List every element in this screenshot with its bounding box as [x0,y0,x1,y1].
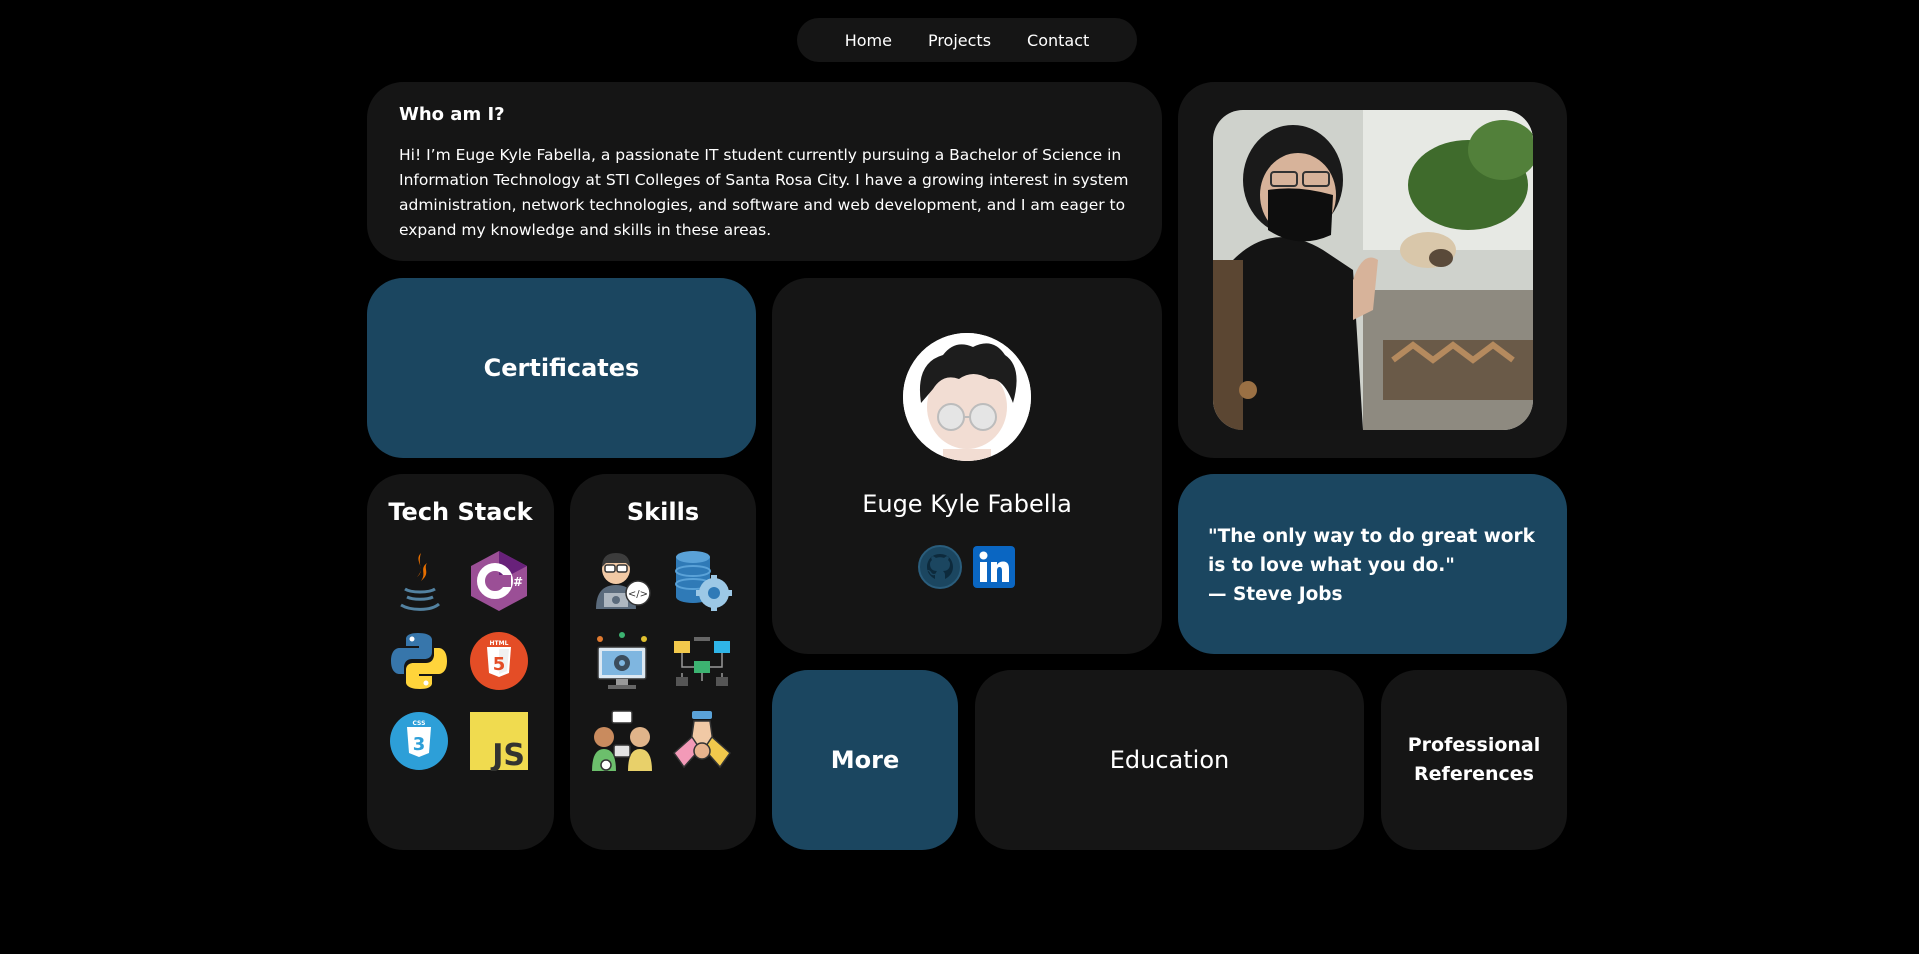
top-nav: Home Projects Contact [797,18,1137,62]
nav-projects-link[interactable]: Projects [928,31,991,50]
svg-text:3: 3 [413,734,426,755]
nav-contact-link[interactable]: Contact [1027,31,1089,50]
more-label: More [830,746,900,774]
nav-home-link[interactable]: Home [845,31,892,50]
github-icon[interactable] [917,544,963,594]
professional-references-tile[interactable]: Professional References [1381,670,1567,850]
communication-icon [590,709,654,773]
javascript-icon: JS [467,709,531,773]
svg-text:</>: </> [628,589,648,600]
personal-photo [1213,110,1533,430]
tech-stack-title: Tech Stack [388,498,533,526]
svg-text:HTML: HTML [490,640,509,647]
svg-text:#: # [513,575,523,589]
education-label: Education [1109,746,1230,774]
developer-icon: </> [590,549,654,613]
avatar [903,333,1031,461]
svg-text:JS: JS [490,738,525,771]
certificates-label: Certificates [483,354,640,382]
system-admin-icon [590,629,654,693]
quote-author: — Steve Jobs [1208,584,1343,605]
css3-icon: CSS 3 [387,709,451,773]
skills-card: Skills </> [570,474,756,850]
skills-icons: </> [590,549,738,773]
profile-name: Euge Kyle Fabella [862,490,1072,518]
teamwork-icon [670,709,734,773]
linkedin-icon[interactable] [971,544,1017,594]
references-label: Professional References [1407,734,1541,785]
quote-card: "The only way to do great work is to lov… [1178,474,1567,654]
java-icon [387,549,451,613]
about-card: Who am I? Hi! I’m Euge Kyle Fabella, a p… [367,82,1162,261]
tech-stack-card: Tech Stack # HTML 5 CSS 3 JS [367,474,554,850]
database-settings-icon [670,549,734,613]
more-tile[interactable]: More [772,670,958,850]
python-icon [387,629,451,693]
svg-text:5: 5 [493,654,506,675]
quote-text: "The only way to do great work is to lov… [1208,526,1535,576]
network-icon [670,629,734,693]
profile-card: Euge Kyle Fabella [772,278,1162,654]
csharp-icon: # [467,549,531,613]
social-links [772,544,1162,594]
svg-text:CSS: CSS [413,720,426,727]
about-title: Who am I? [399,104,505,125]
about-body: Hi! I’m Euge Kyle Fabella, a passionate … [399,146,1129,239]
skills-title: Skills [626,498,700,526]
tech-stack-icons: # HTML 5 CSS 3 JS [387,549,535,773]
education-tile[interactable]: Education [975,670,1364,850]
html5-icon: HTML 5 [467,629,531,693]
certificates-tile[interactable]: Certificates [367,278,756,458]
photo-card [1178,82,1567,458]
